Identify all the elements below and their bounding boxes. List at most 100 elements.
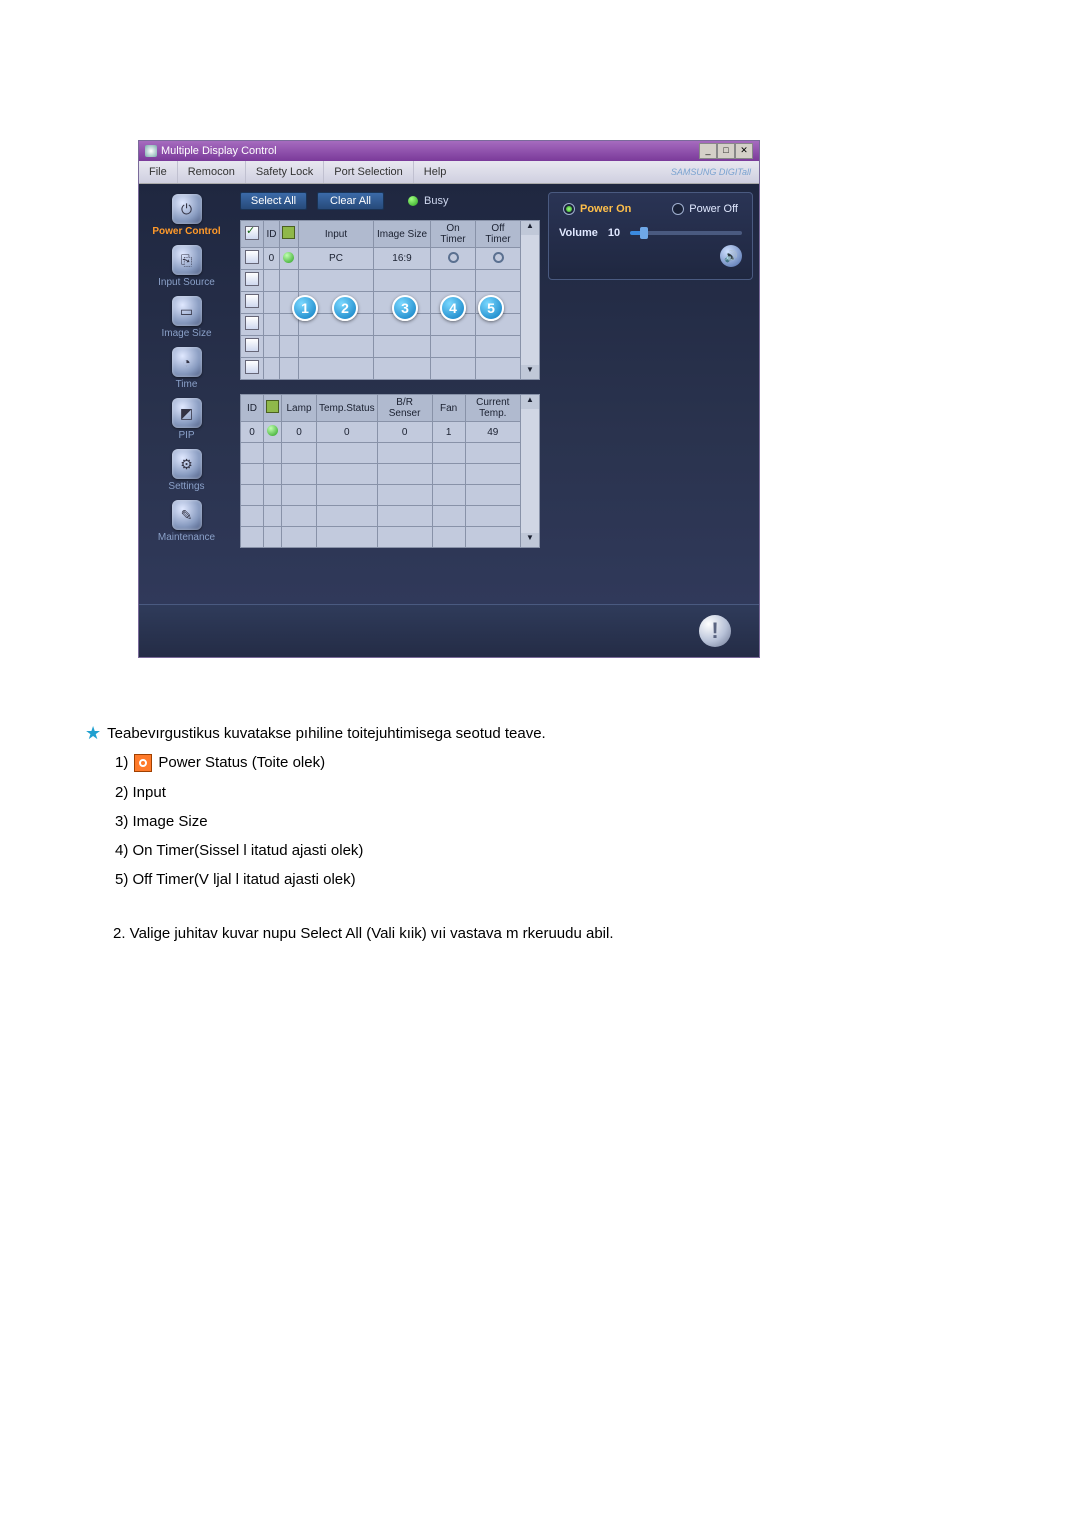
volume-label: Volume [559, 227, 598, 239]
status-header-icon [266, 400, 279, 413]
col2-fan: Fan [432, 395, 465, 422]
col-image-size: Image Size [374, 221, 431, 248]
clear-all-button[interactable]: Clear All [317, 192, 384, 210]
close-button[interactable]: ✕ [735, 143, 753, 159]
sidebar-item-label: Maintenance [158, 532, 215, 543]
table-header-row: ID Lamp Temp.Status B/R Senser Fan Curre… [241, 395, 540, 422]
table-row[interactable] [241, 464, 540, 485]
busy-indicator: Busy [408, 195, 448, 207]
legend-text: Power Status (Toite olek) [158, 751, 325, 774]
power-status-icon [134, 754, 152, 772]
col2-lamp: Lamp [282, 395, 317, 422]
row-checkbox[interactable] [245, 316, 259, 330]
cell-br: 0 [377, 422, 432, 443]
sidebar: ⏻ Power Control ⎘ Input Source ▭ Image S… [139, 184, 234, 604]
volume-thumb[interactable] [640, 227, 648, 239]
volume-slider[interactable] [630, 231, 742, 235]
col-input: Input [299, 221, 374, 248]
col2-temp-status: Temp.Status [317, 395, 378, 422]
info-button[interactable]: ! [699, 615, 731, 647]
cell-fan: 1 [432, 422, 465, 443]
col2-id: ID [241, 395, 264, 422]
menubar: File Remocon Safety Lock Port Selection … [139, 161, 759, 184]
sidebar-item-label: PIP [178, 430, 194, 441]
row-checkbox[interactable] [245, 338, 259, 352]
sidebar-item-settings[interactable]: ⚙ Settings [152, 449, 222, 492]
row-checkbox[interactable] [245, 360, 259, 374]
menu-help[interactable]: Help [414, 161, 457, 183]
table-row[interactable]: 0 0 0 0 1 49 [241, 422, 540, 443]
table-row[interactable] [241, 270, 540, 292]
status-on-icon [283, 252, 294, 263]
callout-3: 3 [392, 295, 418, 321]
table-row[interactable]: 0 PC 16:9 [241, 248, 540, 270]
table-row[interactable] [241, 358, 540, 380]
table-row[interactable] [241, 485, 540, 506]
cell-current-temp: 49 [465, 422, 520, 443]
menu-safety-lock[interactable]: Safety Lock [246, 161, 324, 183]
row-checkbox[interactable] [245, 294, 259, 308]
sidebar-item-time[interactable]: ◔ Time [152, 347, 222, 390]
table-row[interactable] [241, 336, 540, 358]
scrollbar[interactable]: ▲▼ [521, 395, 540, 548]
col2-status [264, 395, 282, 422]
sidebar-item-power-control[interactable]: ⏻ Power Control [152, 194, 222, 237]
menu-port-selection[interactable]: Port Selection [324, 161, 413, 183]
status-on-icon [267, 425, 278, 436]
cell-lamp: 0 [282, 422, 317, 443]
info-icon: ! [711, 618, 718, 644]
menu-file[interactable]: File [139, 161, 178, 183]
scrollbar[interactable]: ▲▼ [521, 221, 540, 380]
table-row[interactable] [241, 527, 540, 548]
minimize-button[interactable]: _ [699, 143, 717, 159]
legend-item-1: 1) Power Status (Toite olek) [115, 751, 845, 774]
col-check [241, 221, 264, 248]
sidebar-item-image-size[interactable]: ▭ Image Size [152, 296, 222, 339]
app-body: ⏻ Power Control ⎘ Input Source ▭ Image S… [139, 184, 759, 604]
volume-control: Volume 10 [559, 227, 742, 239]
power-control-panel: Power On Power Off Volume 10 [548, 192, 753, 280]
doc-paragraph-2: 2. Valige juhitav kuvar nupu Select All … [113, 922, 845, 945]
time-icon: ◔ [172, 347, 202, 377]
speaker-icon: 🔊 [724, 250, 738, 263]
sidebar-item-pip[interactable]: ◩ PIP [152, 398, 222, 441]
row-checkbox[interactable] [245, 272, 259, 286]
doc-text: ★ Teabevırgustikus kuvatakse pıhiline to… [85, 722, 845, 945]
window-title: Multiple Display Control [161, 145, 277, 157]
busy-label: Busy [424, 195, 448, 207]
legend-item-5: 5) Off Timer(V ljal l itatud ajasti olek… [115, 868, 845, 891]
sidebar-item-maintenance[interactable]: ✎ Maintenance [152, 500, 222, 543]
cell-id: 0 [264, 248, 280, 270]
status-table: ID Lamp Temp.Status B/R Senser Fan Curre… [240, 394, 540, 548]
titlebar: Multiple Display Control _ □ ✕ [139, 141, 759, 161]
on-timer-icon [448, 252, 459, 263]
image-size-icon: ▭ [172, 296, 202, 326]
checkbox-icon [245, 226, 259, 240]
sidebar-item-label: Settings [168, 481, 204, 492]
legend-item-3: 3) Image Size [115, 810, 845, 833]
col2-br-senser: B/R Senser [377, 395, 432, 422]
pip-icon: ◩ [172, 398, 202, 428]
power-off-radio[interactable]: Power Off [672, 203, 738, 215]
table-row[interactable] [241, 506, 540, 527]
table-row[interactable] [241, 443, 540, 464]
power-off-label: Power Off [689, 203, 738, 215]
power-icon: ⏻ [172, 194, 202, 224]
menu-remocon[interactable]: Remocon [178, 161, 246, 183]
legend-num: 1) [115, 751, 128, 774]
callout-4: 4 [440, 295, 466, 321]
sidebar-item-label: Time [176, 379, 198, 390]
row-checkbox[interactable] [245, 250, 259, 264]
col-status [279, 221, 298, 248]
toolbar: Select All Clear All Busy [240, 192, 540, 210]
power-on-label: Power On [580, 203, 631, 215]
speaker-button[interactable]: 🔊 [720, 245, 742, 267]
power-on-radio[interactable]: Power On [563, 203, 631, 215]
maximize-button[interactable]: □ [717, 143, 735, 159]
main-panel: Select All Clear All Busy ID [234, 184, 759, 604]
app-window: Multiple Display Control _ □ ✕ File Remo… [138, 140, 760, 658]
off-timer-icon [493, 252, 504, 263]
sidebar-item-input-source[interactable]: ⎘ Input Source [152, 245, 222, 288]
callout-2: 2 [332, 295, 358, 321]
select-all-button[interactable]: Select All [240, 192, 307, 210]
